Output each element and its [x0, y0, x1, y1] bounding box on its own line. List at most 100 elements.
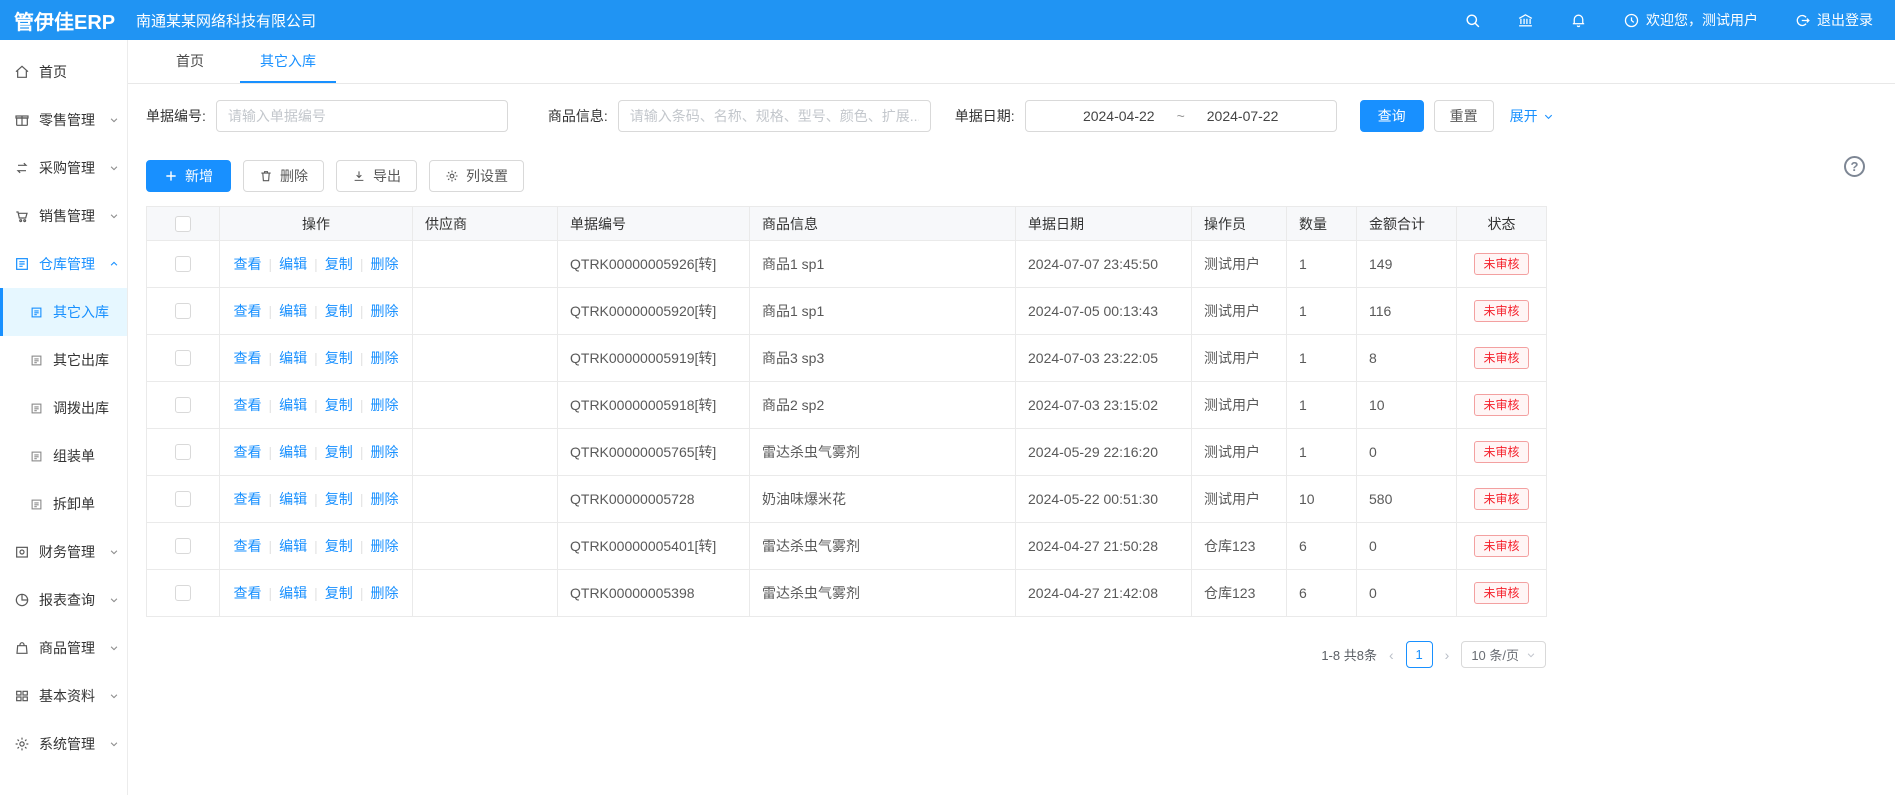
delete-link[interactable]: 删除 — [370, 583, 398, 603]
sidebar-item-warehouse[interactable]: 仓库管理 — [0, 240, 127, 288]
view-link[interactable]: 查看 — [234, 489, 262, 509]
search-button[interactable]: 查询 — [1360, 100, 1424, 132]
edit-link[interactable]: 编辑 — [279, 348, 307, 368]
amount-cell: 0 — [1357, 429, 1457, 476]
doc-no-input[interactable] — [216, 100, 508, 132]
help-icon[interactable]: ? — [1844, 156, 1865, 177]
operator-cell: 测试用户 — [1192, 476, 1287, 523]
sidebar-item-home[interactable]: 首页 — [0, 48, 127, 96]
row-checkbox[interactable] — [175, 303, 191, 319]
sidebar-item-base-data[interactable]: 基本资料 — [0, 672, 127, 720]
page-number[interactable]: 1 — [1406, 641, 1433, 668]
date-from[interactable]: 2024-04-22 — [1083, 108, 1155, 124]
user-welcome[interactable]: 欢迎您，测试用户 — [1623, 10, 1758, 30]
product-info-input[interactable] — [618, 100, 931, 132]
search-icon[interactable] — [1464, 12, 1481, 29]
view-link[interactable]: 查看 — [234, 583, 262, 603]
copy-link[interactable]: 复制 — [325, 395, 353, 415]
edit-link[interactable]: 编辑 — [279, 536, 307, 556]
row-checkbox[interactable] — [175, 444, 191, 460]
edit-link[interactable]: 编辑 — [279, 442, 307, 462]
tab-home[interactable]: 首页 — [156, 40, 224, 83]
delete-link[interactable]: 删除 — [370, 301, 398, 321]
date-cell: 2024-07-03 23:22:05 — [1016, 335, 1192, 382]
warehouse-icon — [14, 256, 30, 272]
sidebar-item-disassembly[interactable]: 拆卸单 — [0, 480, 127, 528]
row-checkbox[interactable] — [175, 585, 191, 601]
delete-link[interactable]: 删除 — [370, 348, 398, 368]
status-badge: 未审核 — [1474, 394, 1528, 416]
copy-link[interactable]: 复制 — [325, 254, 353, 274]
edit-link[interactable]: 编辑 — [279, 301, 307, 321]
row-checkbox[interactable] — [175, 256, 191, 272]
date-to[interactable]: 2024-07-22 — [1207, 108, 1279, 124]
bell-icon[interactable] — [1570, 12, 1587, 29]
copy-link[interactable]: 复制 — [325, 536, 353, 556]
delete-link[interactable]: 删除 — [370, 395, 398, 415]
delete-link[interactable]: 删除 — [370, 254, 398, 274]
copy-link[interactable]: 复制 — [325, 583, 353, 603]
date-range-picker[interactable]: 2024-04-22 ~ 2024-07-22 — [1025, 100, 1337, 132]
expand-toggle[interactable]: 展开 — [1510, 106, 1554, 126]
view-link[interactable]: 查看 — [234, 254, 262, 274]
edit-link[interactable]: 编辑 — [279, 395, 307, 415]
sidebar-item-goods[interactable]: 商品管理 — [0, 624, 127, 672]
prev-page-button[interactable]: ‹ — [1387, 647, 1396, 663]
edit-link[interactable]: 编辑 — [279, 583, 307, 603]
sidebar-item-other-inbound[interactable]: 其它入库 — [0, 288, 127, 336]
chevron-down-icon — [109, 115, 119, 125]
tab-bar: 首页 其它入库 — [128, 40, 1895, 84]
view-link[interactable]: 查看 — [234, 442, 262, 462]
sidebar-item-finance[interactable]: 财务管理 — [0, 528, 127, 576]
copy-link[interactable]: 复制 — [325, 348, 353, 368]
sidebar-item-reports[interactable]: 报表查询 — [0, 576, 127, 624]
copy-link[interactable]: 复制 — [325, 442, 353, 462]
view-link[interactable]: 查看 — [234, 536, 262, 556]
reset-button[interactable]: 重置 — [1434, 100, 1494, 132]
supplier-cell — [413, 382, 558, 429]
sidebar-item-assembly[interactable]: 组装单 — [0, 432, 127, 480]
column-settings-button[interactable]: 列设置 — [429, 160, 524, 192]
page-size-select[interactable]: 10 条/页 — [1461, 641, 1546, 668]
delete-link[interactable]: 删除 — [370, 489, 398, 509]
next-page-button[interactable]: › — [1443, 647, 1452, 663]
view-link[interactable]: 查看 — [234, 301, 262, 321]
doc-no-cell: QTRK00000005926[转] — [558, 241, 750, 288]
columns-icon — [445, 169, 459, 183]
sidebar-item-purchase[interactable]: 采购管理 — [0, 144, 127, 192]
copy-link[interactable]: 复制 — [325, 301, 353, 321]
edit-link[interactable]: 编辑 — [279, 254, 307, 274]
delete-link[interactable]: 删除 — [370, 536, 398, 556]
tab-other-inbound[interactable]: 其它入库 — [240, 40, 336, 83]
row-checkbox[interactable] — [175, 491, 191, 507]
doc-icon — [29, 449, 44, 464]
edit-link[interactable]: 编辑 — [279, 489, 307, 509]
export-button[interactable]: 导出 — [336, 160, 417, 192]
product-cell: 雷达杀虫气雾剂 — [750, 570, 1016, 617]
add-button[interactable]: 新增 — [146, 160, 231, 192]
view-link[interactable]: 查看 — [234, 395, 262, 415]
operator-cell: 测试用户 — [1192, 241, 1287, 288]
clock-icon — [1623, 12, 1640, 29]
logout-icon — [1794, 12, 1811, 29]
sidebar-item-system[interactable]: 系统管理 — [0, 720, 127, 768]
view-link[interactable]: 查看 — [234, 348, 262, 368]
copy-link[interactable]: 复制 — [325, 489, 353, 509]
bank-icon[interactable] — [1517, 12, 1534, 29]
qty-cell: 1 — [1287, 429, 1357, 476]
doc-no-label: 单据编号: — [146, 106, 206, 126]
row-checkbox[interactable] — [175, 538, 191, 554]
chevron-down-icon — [109, 547, 119, 557]
sidebar-item-transfer-outbound[interactable]: 调拨出库 — [0, 384, 127, 432]
sidebar-item-sales[interactable]: 销售管理 — [0, 192, 127, 240]
page-content: 单据编号: 商品信息: 单据日期: 2024-04-22 ~ 2024-07-2… — [128, 84, 1895, 795]
delete-button[interactable]: 删除 — [243, 160, 324, 192]
select-all-checkbox[interactable] — [175, 216, 191, 232]
row-checkbox[interactable] — [175, 397, 191, 413]
logout-button[interactable]: 退出登录 — [1794, 10, 1873, 30]
product-cell: 奶油味爆米花 — [750, 476, 1016, 523]
sidebar-item-other-outbound[interactable]: 其它出库 — [0, 336, 127, 384]
row-checkbox[interactable] — [175, 350, 191, 366]
delete-link[interactable]: 删除 — [370, 442, 398, 462]
sidebar-item-retail[interactable]: 零售管理 — [0, 96, 127, 144]
